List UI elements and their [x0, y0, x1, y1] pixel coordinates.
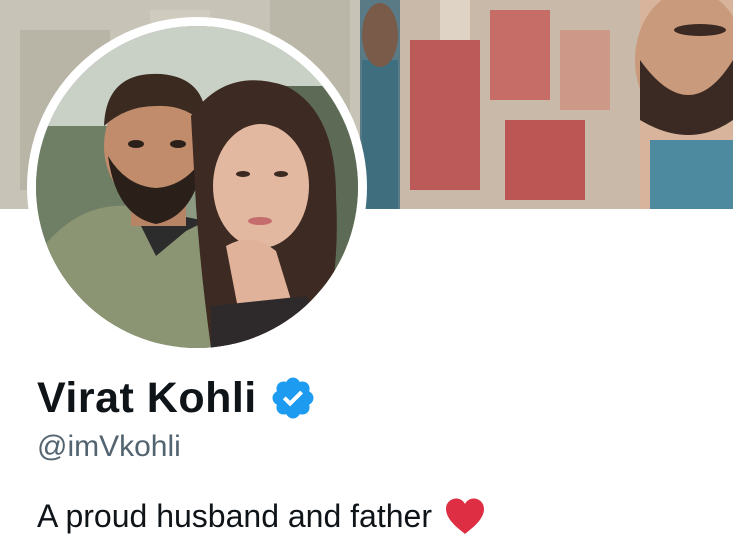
bio-text: A proud husband and father: [37, 497, 432, 534]
profile-avatar[interactable]: [27, 17, 367, 357]
profile-bio: A proud husband and father: [37, 497, 486, 535]
red-heart-icon: [444, 497, 486, 535]
profile-card: Virat Kohli @imVkohli A proud husband an…: [0, 0, 733, 550]
display-name: Virat Kohli: [37, 373, 257, 422]
user-handle: @imVkohli: [37, 430, 181, 463]
verified-badge-icon[interactable]: [269, 374, 317, 422]
avatar-photo: [36, 26, 358, 348]
name-row: Virat Kohli: [37, 370, 317, 426]
